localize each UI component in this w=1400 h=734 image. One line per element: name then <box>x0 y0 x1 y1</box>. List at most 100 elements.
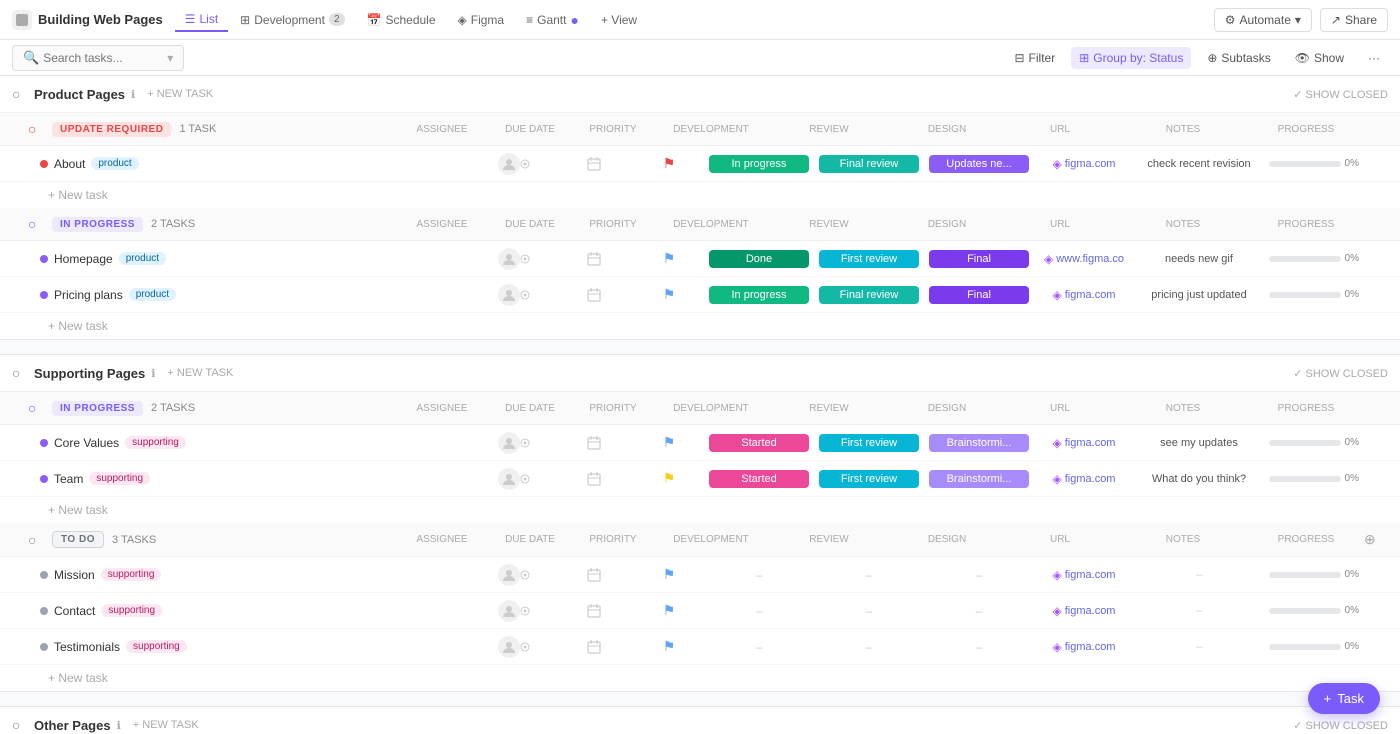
automate-button[interactable]: ⚙ Automate ▾ <box>1214 8 1312 32</box>
priority-about[interactable]: ⚑ <box>634 155 704 172</box>
priority-pricing[interactable]: ⚑ <box>634 286 704 303</box>
info-icon-other[interactable]: ℹ <box>117 719 121 732</box>
new-task-supporting[interactable]: + NEW TASK <box>161 365 239 381</box>
dev-team[interactable]: Started <box>704 470 814 488</box>
add-col-icon[interactable]: ⊕ <box>1364 531 1376 547</box>
tab-schedule[interactable]: 📅 Schedule <box>357 9 446 31</box>
show-closed-other[interactable]: ✓ SHOW CLOSED <box>1293 719 1388 732</box>
show-button[interactable]: 👁 Show <box>1287 47 1352 69</box>
task-name-pricing[interactable]: Pricing plans <box>54 288 123 302</box>
assignee-avatar-about[interactable] <box>498 153 520 175</box>
design-about[interactable]: Updates ne... <box>924 155 1034 173</box>
priority-homepage[interactable]: ⚑ <box>634 250 704 267</box>
due-homepage[interactable] <box>554 251 634 267</box>
task-tag-team[interactable]: supporting <box>89 472 150 485</box>
due-mission[interactable] <box>554 567 634 583</box>
task-name-contact[interactable]: Contact <box>54 604 95 618</box>
task-tag-homepage[interactable]: product <box>119 252 166 265</box>
new-task-row-update[interactable]: + New task <box>0 182 1400 208</box>
tab-development[interactable]: ⊞ Development 2 <box>230 9 354 31</box>
design-mission[interactable]: – <box>924 568 1034 582</box>
task-tag-testimonials[interactable]: supporting <box>126 640 187 653</box>
collapse-icon-todo[interactable]: ○ <box>28 532 44 548</box>
tab-gantt[interactable]: ≡ Gantt ● <box>516 8 589 32</box>
url-corevalues[interactable]: ◈ figma.com <box>1034 436 1134 450</box>
task-tag-pricing[interactable]: product <box>129 288 176 301</box>
design-corevalues[interactable]: Brainstormi... <box>924 434 1034 452</box>
priority-contact[interactable]: ⚑ <box>634 602 704 619</box>
due-contact[interactable] <box>554 603 634 619</box>
task-name-about[interactable]: About <box>54 157 85 171</box>
url-link-testimonials[interactable]: ◈ figma.com <box>1053 640 1116 654</box>
priority-corevalues[interactable]: ⚑ <box>634 434 704 451</box>
url-link-mission[interactable]: ◈ figma.com <box>1053 568 1116 582</box>
fab-task-button[interactable]: + Task <box>1308 683 1380 714</box>
priority-mission[interactable]: ⚑ <box>634 566 704 583</box>
new-task-row-in-progress[interactable]: + New task <box>0 313 1400 339</box>
info-icon-supporting[interactable]: ℹ <box>151 367 155 380</box>
review-corevalues[interactable]: First review <box>814 434 924 452</box>
task-name-corevalues[interactable]: Core Values <box>54 436 119 450</box>
url-mission[interactable]: ◈ figma.com <box>1034 568 1134 582</box>
due-about[interactable] <box>554 156 634 172</box>
due-team[interactable] <box>554 471 634 487</box>
collapse-icon-product[interactable]: ○ <box>12 86 28 102</box>
url-testimonials[interactable]: ◈ figma.com <box>1034 640 1134 654</box>
collapse-icon-supporting[interactable]: ○ <box>12 365 28 381</box>
url-pricing[interactable]: ◈ figma.com <box>1034 288 1134 302</box>
task-tag-contact[interactable]: supporting <box>101 604 162 617</box>
url-about[interactable]: ◈ figma.com <box>1034 157 1134 171</box>
review-homepage[interactable]: First review <box>814 250 924 268</box>
collapse-icon-update[interactable]: ○ <box>28 121 44 137</box>
review-contact[interactable]: – <box>814 604 924 618</box>
due-corevalues[interactable] <box>554 435 634 451</box>
show-closed-product[interactable]: ✓ SHOW CLOSED <box>1293 88 1388 101</box>
review-team[interactable]: First review <box>814 470 924 488</box>
review-testimonials[interactable]: – <box>814 640 924 654</box>
task-tag-about[interactable]: product <box>91 157 138 170</box>
assignee-avatar-pricing[interactable] <box>498 284 520 306</box>
info-icon-product[interactable]: ℹ <box>131 88 135 101</box>
share-button[interactable]: ↗ Share <box>1320 8 1388 32</box>
dev-contact[interactable]: – <box>704 604 814 618</box>
dev-corevalues[interactable]: Started <box>704 434 814 452</box>
tab-figma[interactable]: ◈ Figma <box>448 9 515 31</box>
new-task-row-supporting-ip[interactable]: + New task <box>0 497 1400 523</box>
url-link-homepage[interactable]: ◈ www.figma.co <box>1044 252 1124 266</box>
design-pricing[interactable]: Final <box>924 286 1034 304</box>
assignee-avatar-contact[interactable] <box>498 600 520 622</box>
assignee-avatar-homepage[interactable] <box>498 248 520 270</box>
task-tag-mission[interactable]: supporting <box>101 568 162 581</box>
filter-button[interactable]: ⊟ Filter <box>1006 47 1063 69</box>
show-closed-supporting[interactable]: ✓ SHOW CLOSED <box>1293 367 1388 380</box>
due-testimonials[interactable] <box>554 639 634 655</box>
new-task-row-todo[interactable]: + New task <box>0 665 1400 691</box>
task-name-mission[interactable]: Mission <box>54 568 95 582</box>
url-team[interactable]: ◈ figma.com <box>1034 472 1134 486</box>
collapse-icon-inprogress-supporting[interactable]: ○ <box>28 400 44 416</box>
url-contact[interactable]: ◈ figma.com <box>1034 604 1134 618</box>
search-input[interactable] <box>43 51 163 65</box>
new-task-product[interactable]: + NEW TASK <box>141 86 219 102</box>
dev-pricing[interactable]: In progress <box>704 286 814 304</box>
task-tag-corevalues[interactable]: supporting <box>125 436 186 449</box>
design-contact[interactable]: – <box>924 604 1034 618</box>
tab-add-view[interactable]: + View <box>591 9 647 31</box>
design-testimonials[interactable]: – <box>924 640 1034 654</box>
review-about[interactable]: Final review <box>814 155 924 173</box>
url-link-about[interactable]: ◈ figma.com <box>1053 157 1116 171</box>
tab-list[interactable]: ☰ List <box>175 8 228 32</box>
priority-team[interactable]: ⚑ <box>634 470 704 487</box>
design-homepage[interactable]: Final <box>924 250 1034 268</box>
assignee-avatar-testimonials[interactable] <box>498 636 520 658</box>
task-name-homepage[interactable]: Homepage <box>54 252 113 266</box>
collapse-icon-inprogress-product[interactable]: ○ <box>28 216 44 232</box>
more-button[interactable]: ··· <box>1360 47 1388 69</box>
dev-testimonials[interactable]: – <box>704 640 814 654</box>
url-link-corevalues[interactable]: ◈ figma.com <box>1053 436 1116 450</box>
design-team[interactable]: Brainstormi... <box>924 470 1034 488</box>
due-pricing[interactable] <box>554 287 634 303</box>
search-box[interactable]: 🔍 ▾ <box>12 45 184 71</box>
dev-mission[interactable]: – <box>704 568 814 582</box>
review-mission[interactable]: – <box>814 568 924 582</box>
